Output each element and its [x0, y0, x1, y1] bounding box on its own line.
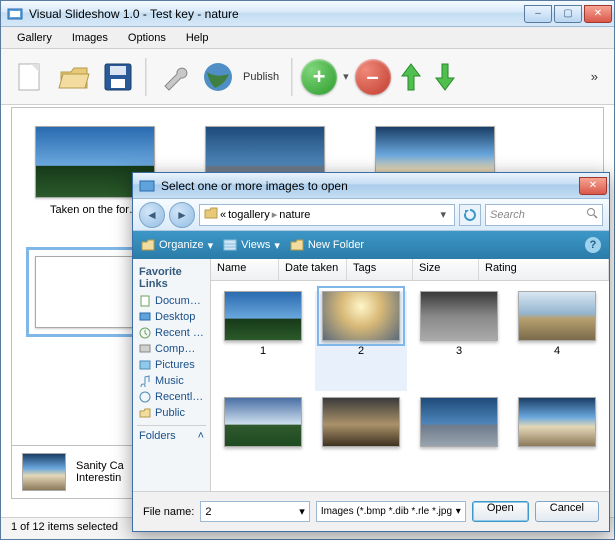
- chevron-down-icon[interactable]: ▾: [299, 505, 305, 518]
- file-1[interactable]: 1: [217, 291, 309, 391]
- add-button[interactable]: +: [301, 59, 337, 95]
- crumb-togallery[interactable]: togallery: [228, 209, 270, 221]
- close-button[interactable]: ✕: [584, 5, 612, 23]
- organize-button[interactable]: Organize▾: [141, 239, 213, 252]
- filename-label: File name:: [143, 506, 194, 518]
- chevron-down-icon: ▾: [274, 239, 280, 252]
- fav-recent[interactable]: Recent …: [137, 325, 206, 341]
- dialog-title: Select one or more images to open: [161, 179, 579, 193]
- open-dialog: Select one or more images to open ✕ ◄ ► …: [132, 172, 610, 532]
- thumb-1-caption: Taken on the for…: [50, 204, 140, 216]
- crumb-chevron-icon: «: [220, 209, 226, 221]
- dialog-body: Favorite Links Docum… Desktop Recent … C…: [133, 259, 609, 491]
- breadcrumb[interactable]: « togallery ▸ nature ▾: [199, 204, 455, 226]
- search-icon: [586, 207, 598, 222]
- fav-computer[interactable]: Comp…: [137, 341, 206, 357]
- minimize-button[interactable]: –: [524, 5, 552, 23]
- open-button[interactable]: Open: [472, 501, 529, 522]
- folder-icon: [204, 207, 218, 222]
- menu-gallery[interactable]: Gallery: [9, 30, 60, 46]
- fav-recently-changed[interactable]: Recentl…: [137, 389, 206, 405]
- fav-desktop[interactable]: Desktop: [137, 309, 206, 325]
- file-2[interactable]: 2: [315, 291, 407, 391]
- toolbar-separator: [145, 58, 147, 96]
- detail-subtitle: Interestin: [76, 472, 124, 484]
- cancel-button[interactable]: Cancel: [535, 501, 599, 522]
- filename-input[interactable]: 2 ▾: [200, 501, 309, 522]
- publish-label: Publish: [243, 71, 279, 83]
- new-folder-button[interactable]: New Folder: [290, 239, 364, 251]
- back-button[interactable]: ◄: [139, 202, 165, 228]
- toolbar-separator-2: [291, 58, 293, 96]
- dialog-icon: [139, 178, 155, 194]
- settings-wrench-icon[interactable]: [155, 58, 193, 96]
- col-tags[interactable]: Tags: [347, 259, 413, 280]
- dialog-close-button[interactable]: ✕: [579, 177, 607, 195]
- fav-documents[interactable]: Docum…: [137, 293, 206, 309]
- detail-title: Sanity Ca: [76, 460, 124, 472]
- file-8[interactable]: [511, 397, 603, 481]
- menu-help[interactable]: Help: [178, 30, 217, 46]
- search-placeholder: Search: [490, 209, 525, 221]
- dialog-nav-row: ◄ ► « togallery ▸ nature ▾ Search: [133, 199, 609, 231]
- file-7[interactable]: [413, 397, 505, 481]
- dialog-bottom: File name: 2 ▾ Images (*.bmp *.dib *.rle…: [133, 491, 609, 531]
- toolbar-overflow-icon[interactable]: »: [585, 69, 604, 84]
- new-icon[interactable]: [11, 58, 49, 96]
- save-icon[interactable]: [99, 58, 137, 96]
- column-headers: Name Date taken Tags Size Rating: [211, 259, 609, 281]
- file-6[interactable]: [315, 397, 407, 481]
- publish-globe-icon[interactable]: [199, 58, 237, 96]
- detail-thumbnail: [22, 453, 66, 491]
- dialog-titlebar: Select one or more images to open ✕: [133, 173, 609, 199]
- refresh-button[interactable]: [459, 204, 481, 226]
- file-4[interactable]: 4: [511, 291, 603, 391]
- remove-button[interactable]: –: [355, 59, 391, 95]
- add-dropdown-icon[interactable]: ▾: [343, 70, 349, 83]
- favorites-header: Favorite Links: [137, 263, 206, 293]
- views-button[interactable]: Views▾: [223, 239, 280, 252]
- file-grid: 1 2 3 4: [211, 281, 609, 491]
- maximize-button[interactable]: ▢: [554, 5, 582, 23]
- filetype-filter[interactable]: Images (*.bmp *.dib *.rle *.jpg ▾: [316, 501, 466, 522]
- app-icon: [7, 6, 23, 22]
- chevron-up-icon: ˄: [198, 430, 204, 442]
- chevron-down-icon[interactable]: ▾: [456, 506, 461, 517]
- move-up-button[interactable]: [397, 59, 425, 95]
- crumb-nature[interactable]: nature: [279, 209, 310, 221]
- file-area: Name Date taken Tags Size Rating 1 2 3 4: [211, 259, 609, 491]
- main-title: Visual Slideshow 1.0 - Test key - nature: [29, 7, 524, 21]
- fav-music[interactable]: Music: [137, 373, 206, 389]
- col-size[interactable]: Size: [413, 259, 479, 280]
- sidebar: Favorite Links Docum… Desktop Recent … C…: [133, 259, 211, 491]
- col-date[interactable]: Date taken: [279, 259, 347, 280]
- menu-options[interactable]: Options: [120, 30, 174, 46]
- file-3[interactable]: 3: [413, 291, 505, 391]
- crumb-sep-icon: ▸: [272, 208, 278, 221]
- command-bar: Organize▾ Views▾ New Folder ?: [133, 231, 609, 259]
- fav-pictures[interactable]: Pictures: [137, 357, 206, 373]
- status-text: 1 of 12 items selected: [11, 521, 118, 533]
- folders-toggle[interactable]: Folders ˄: [137, 425, 206, 446]
- search-input[interactable]: Search: [485, 204, 603, 226]
- fav-public[interactable]: Public: [137, 405, 206, 421]
- open-folder-icon[interactable]: [55, 58, 93, 96]
- forward-button[interactable]: ►: [169, 202, 195, 228]
- col-name[interactable]: Name: [211, 259, 279, 280]
- main-titlebar: Visual Slideshow 1.0 - Test key - nature…: [1, 1, 614, 27]
- menu-images[interactable]: Images: [64, 30, 116, 46]
- col-rating[interactable]: Rating: [479, 259, 609, 280]
- file-5[interactable]: [217, 397, 309, 481]
- menu-bar: Gallery Images Options Help: [1, 27, 614, 49]
- chevron-down-icon: ▾: [208, 239, 214, 252]
- toolbar: Publish + ▾ – »: [1, 49, 614, 105]
- move-down-button[interactable]: [431, 59, 459, 95]
- help-button[interactable]: ?: [585, 237, 601, 253]
- crumb-dropdown-icon[interactable]: ▾: [436, 208, 450, 221]
